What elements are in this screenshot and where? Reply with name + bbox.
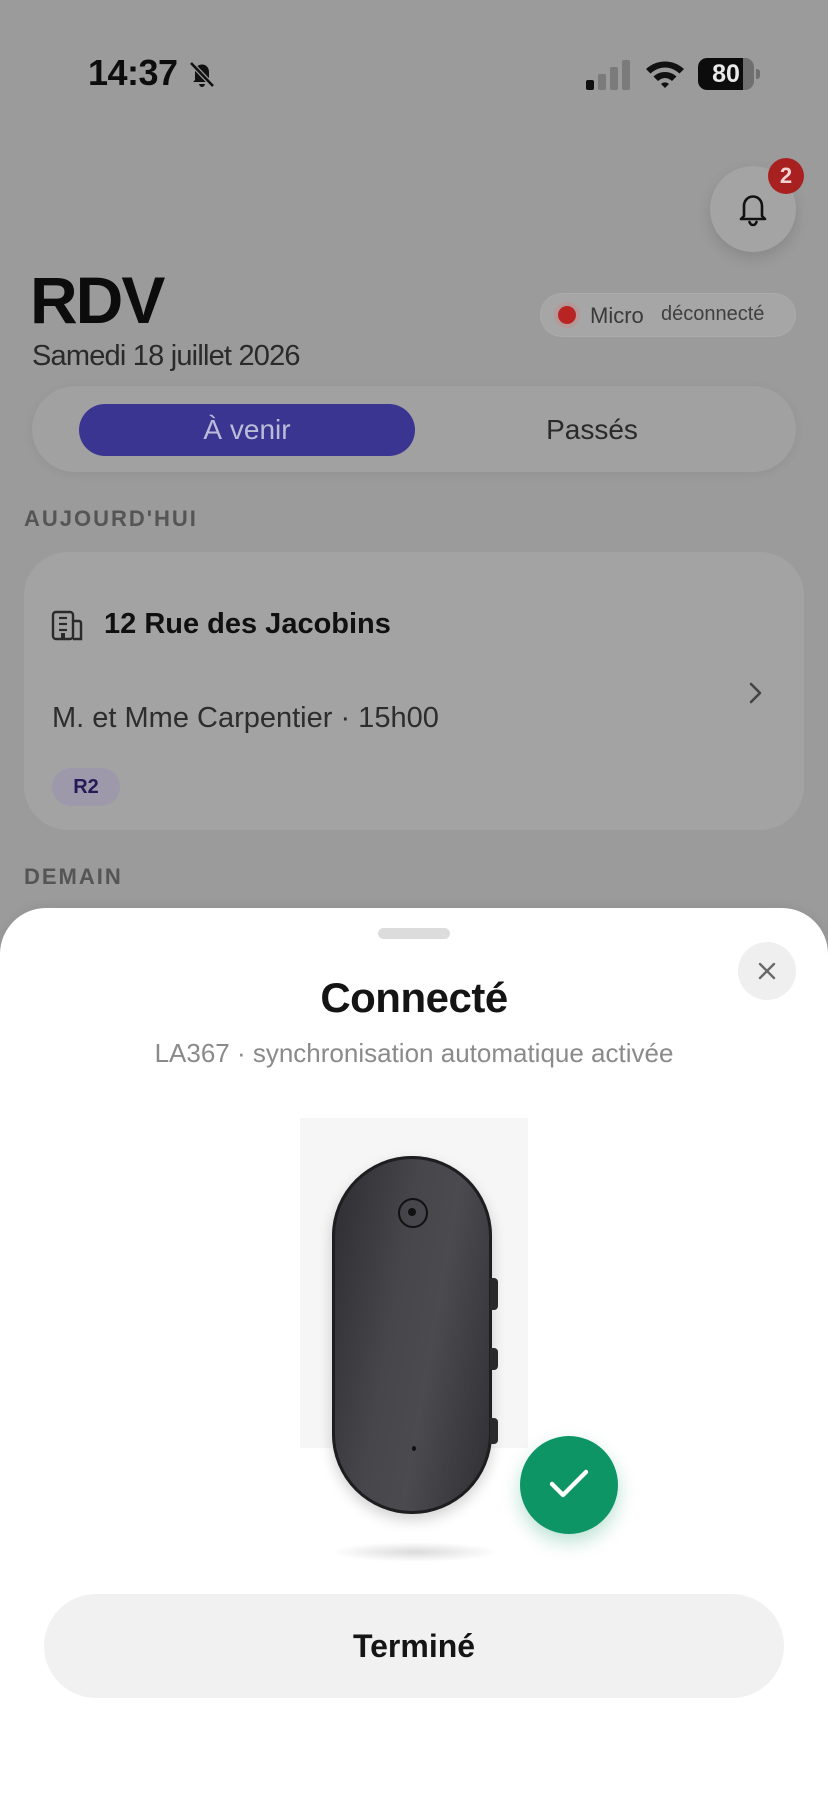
device-side-button-lower: [490, 1418, 498, 1444]
device-side-button-upper: [490, 1278, 498, 1310]
micro-status-text: déconnecté: [661, 303, 765, 325]
device-side-button-middle: [490, 1348, 498, 1370]
appointment-address: 12 Rue des Jacobins: [104, 608, 391, 640]
section-today-label: AUJOURD'HUI: [24, 506, 198, 531]
page-title: RDV: [30, 263, 165, 337]
appointment-detail: M. et Mme Carpentier · 15h00: [52, 702, 439, 734]
appointment-card[interactable]: 12 Rue des Jacobins M. et Mme Carpentier…: [24, 552, 804, 830]
micro-label: Micro: [590, 303, 644, 328]
notification-badge: 2: [768, 158, 804, 194]
battery-level: 80: [712, 60, 740, 88]
recorder-device-body: [332, 1156, 492, 1514]
device-mic-hole: [412, 1446, 416, 1451]
device-shadow: [330, 1542, 500, 1562]
bell-icon: [739, 195, 767, 227]
micro-status-pill[interactable]: Micro déconnecté: [540, 293, 796, 337]
battery-indicator: 80: [698, 58, 760, 90]
status-bar: 14:37 80: [0, 0, 828, 150]
sheet-subtitle: LA367 · synchronisation automatique acti…: [154, 1038, 674, 1068]
section-tomorrow-label: DEMAIN: [24, 864, 123, 889]
recorder-device-image: [300, 1118, 528, 1514]
battery-cap: [756, 69, 760, 79]
sheet-title: Connecté: [320, 974, 508, 1021]
connected-check-badge: [520, 1436, 618, 1534]
wifi-icon: [646, 61, 684, 88]
device-button-dot: [408, 1208, 416, 1216]
check-icon: [549, 1469, 589, 1498]
building-icon: [51, 610, 83, 641]
appointment-tag: R2: [52, 768, 120, 806]
tab-past[interactable]: Passés: [422, 404, 762, 456]
page-date: Samedi 18 juillet 2026: [32, 340, 301, 372]
device-connected-sheet: Connecté LA367 · synchronisation automat…: [0, 908, 828, 1798]
battery-body: 80: [698, 58, 754, 90]
sheet-drag-handle[interactable]: [378, 928, 450, 939]
signal-icon: [586, 60, 630, 90]
tab-upcoming[interactable]: À venir: [79, 404, 415, 456]
screen: 14:37 80 2 RDV Samedi 18 juillet 2026 Mi…: [0, 0, 828, 1798]
chevron-right-icon: [749, 682, 762, 704]
micro-status-dot: [558, 306, 576, 324]
bell-off-icon: [189, 61, 215, 88]
status-time: 14:37: [88, 52, 178, 93]
done-button[interactable]: Terminé: [44, 1594, 784, 1698]
appointments-segmented-control: À venir Passés: [32, 386, 796, 472]
